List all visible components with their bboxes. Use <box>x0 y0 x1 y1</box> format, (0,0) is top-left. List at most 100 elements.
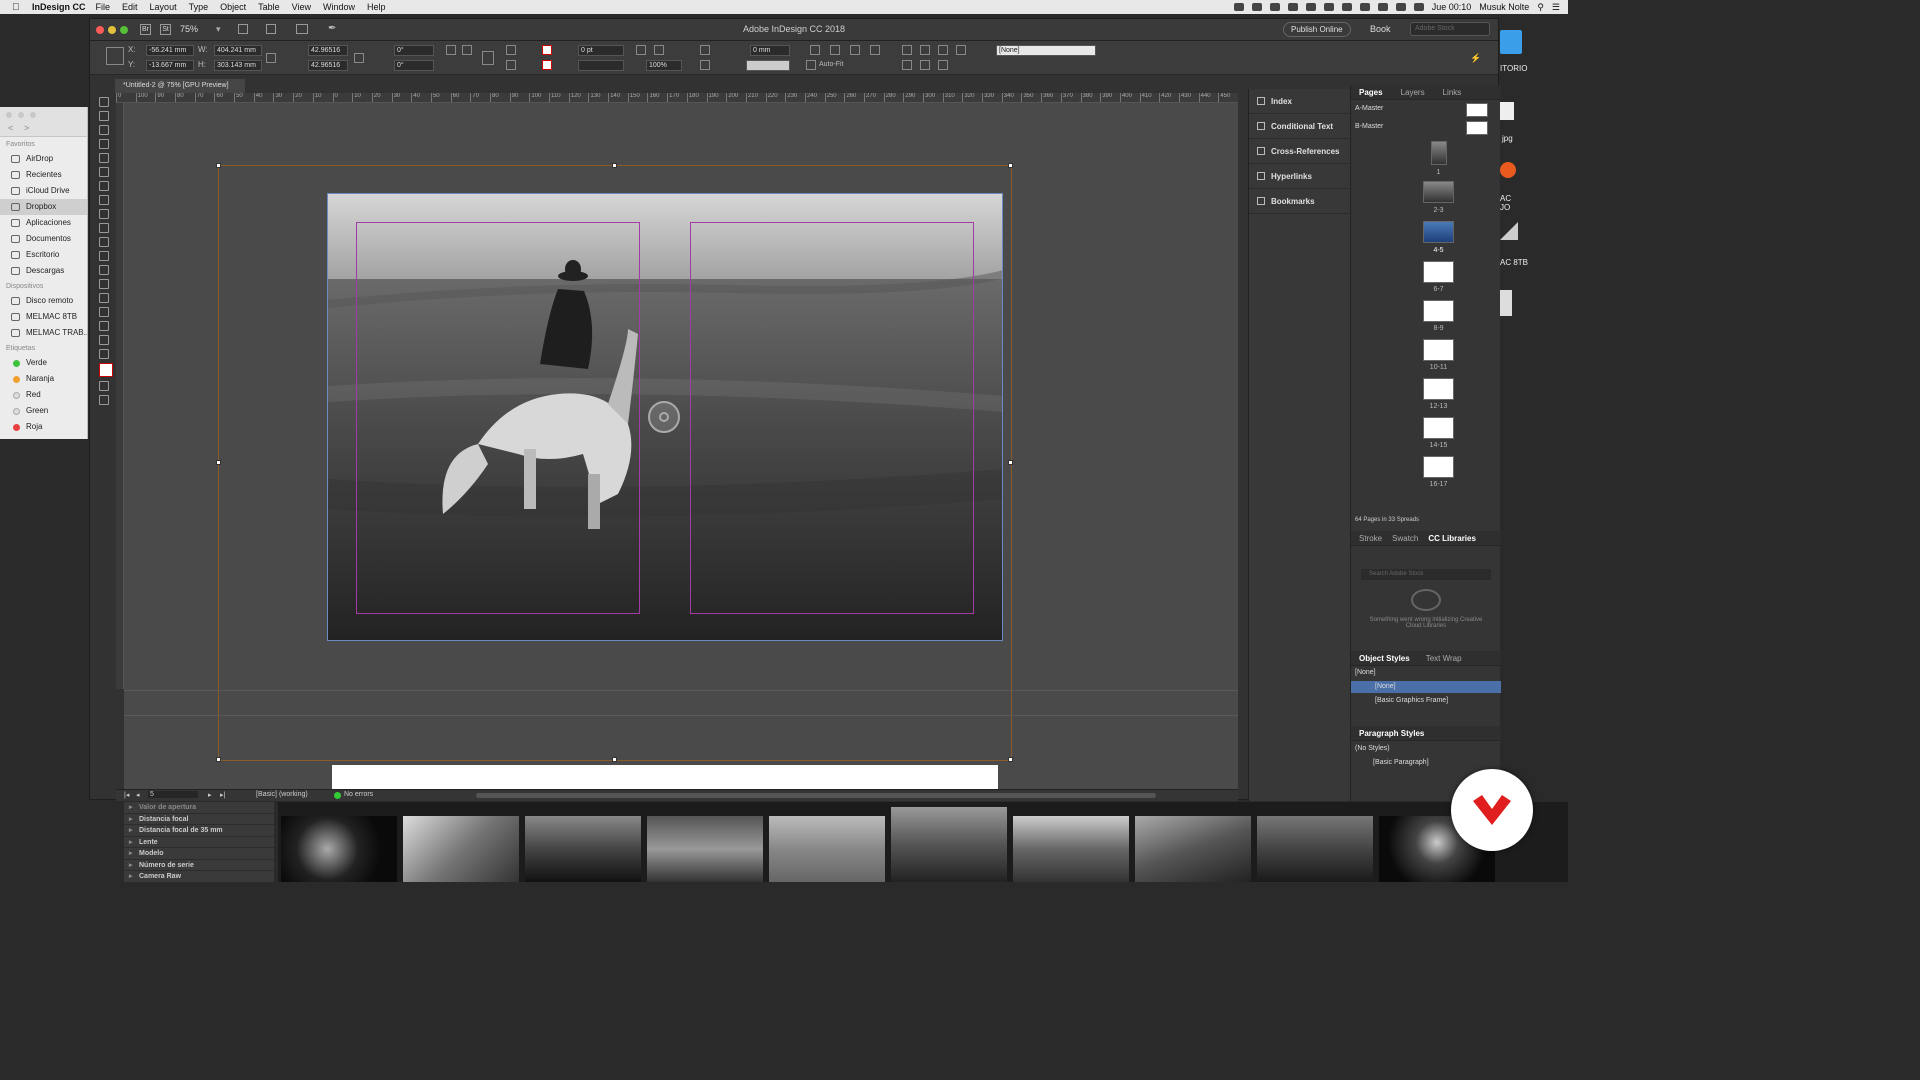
desktop-label[interactable]: JO <box>1500 203 1510 212</box>
stroke-swatch[interactable] <box>542 60 552 70</box>
object-style-none[interactable]: [None] <box>1375 683 1396 690</box>
gap-tool-icon[interactable] <box>99 139 109 149</box>
resize-handle[interactable] <box>216 757 221 762</box>
align-center-icon[interactable] <box>920 45 930 55</box>
resize-handle[interactable] <box>612 757 617 762</box>
file-icon[interactable] <box>1500 102 1514 120</box>
flag-icon[interactable] <box>1413 3 1424 11</box>
zoom-tool-icon[interactable] <box>99 349 109 359</box>
menu-table[interactable]: Table <box>258 2 280 12</box>
status-icon[interactable] <box>1251 3 1262 11</box>
align-top-icon[interactable] <box>902 60 912 70</box>
tag-red[interactable]: Red <box>0 387 87 403</box>
stroke-type-field[interactable] <box>578 60 624 71</box>
drop-shadow-icon[interactable] <box>636 45 646 55</box>
fill-swatch[interactable] <box>542 45 552 55</box>
pencil-tool-icon[interactable] <box>99 209 109 219</box>
app-icon[interactable] <box>1500 162 1516 178</box>
reference-point-icon[interactable] <box>106 47 124 65</box>
fit-content-icon[interactable] <box>830 45 840 55</box>
lightning-icon[interactable]: ⚡ <box>1470 53 1481 63</box>
resize-handle[interactable] <box>216 460 221 465</box>
effects-icon[interactable] <box>654 45 664 55</box>
object-style-row-selected[interactable] <box>1351 681 1501 693</box>
bluetooth-icon[interactable] <box>1323 3 1334 11</box>
next-page-icon[interactable]: ▸ <box>208 791 212 799</box>
autofit-checkbox[interactable] <box>806 60 816 70</box>
eyedropper-tool-icon[interactable] <box>99 321 109 331</box>
stroke-weight-field[interactable]: 0 pt <box>578 45 624 56</box>
height-field[interactable]: 303.143 mm <box>214 60 262 71</box>
zoom-window-button[interactable] <box>30 112 36 118</box>
paragraph-style-basic[interactable]: [Basic Paragraph] <box>1373 759 1429 766</box>
tab-cc-libraries[interactable]: CC Libraries <box>1428 534 1476 543</box>
sidebar-item-dropbox[interactable]: Dropbox <box>0 199 87 215</box>
sidebar-item-icloud-drive[interactable]: iCloud Drive <box>0 183 87 199</box>
menu-window[interactable]: Window <box>323 2 355 12</box>
tab-object-styles[interactable]: Object Styles <box>1359 654 1410 663</box>
content-collector-icon[interactable] <box>99 153 109 163</box>
sidebar-item-disco-remoto[interactable]: Disco remoto <box>0 293 87 309</box>
spread-thumb[interactable] <box>1423 261 1454 283</box>
page-thumb[interactable] <box>1431 141 1447 165</box>
airplay-icon[interactable] <box>1359 3 1370 11</box>
stroke-style-field[interactable] <box>746 60 790 71</box>
dropbox-icon[interactable] <box>1269 3 1280 11</box>
desktop-label[interactable]: jpg <box>1502 134 1513 143</box>
hyperlinks-panel-tab[interactable]: Hyperlinks <box>1249 164 1350 189</box>
spread-thumb[interactable] <box>1423 181 1454 203</box>
spread-thumb[interactable] <box>1423 300 1454 322</box>
filmstrip-thumb[interactable] <box>769 816 885 882</box>
notification-center-icon[interactable]: ☰ <box>1552 2 1560 13</box>
spread-thumb[interactable] <box>1423 378 1454 400</box>
menu-layout[interactable]: Layout <box>150 2 177 12</box>
stock-search-field[interactable]: Search Adobe Stock <box>1361 569 1491 580</box>
sidebar-item-escritorio[interactable]: Escritorio <box>0 247 87 263</box>
align-right-icon[interactable] <box>938 45 948 55</box>
adobe-stock-search[interactable]: Adobe Stock <box>1410 22 1490 36</box>
desktop-label[interactable]: AC 8TB <box>1500 258 1528 267</box>
document-tab[interactable]: *Untitled-2 @ 75% [GPU Preview] <box>115 79 245 93</box>
close-window-button[interactable] <box>6 112 12 118</box>
menu-help[interactable]: Help <box>367 2 386 12</box>
center-content-icon[interactable] <box>850 45 860 55</box>
metadata-field[interactable]: Camera Raw <box>124 871 274 883</box>
user-name[interactable]: Musuk Nolte <box>1479 2 1529 12</box>
distribute-icon[interactable] <box>956 45 966 55</box>
type-on-path-icon[interactable] <box>482 51 494 65</box>
next-spread-page[interactable] <box>332 765 998 789</box>
apple-menu-icon[interactable]:  <box>12 2 26 13</box>
gradient-tool-icon[interactable] <box>99 279 109 289</box>
filmstrip-thumb[interactable] <box>1135 816 1251 882</box>
align-left-icon[interactable] <box>902 45 912 55</box>
workspace-switcher[interactable]: Book <box>1370 24 1391 34</box>
tab-text-wrap[interactable]: Text Wrap <box>1426 654 1462 663</box>
fit-frame-icon[interactable] <box>810 45 820 55</box>
apply-color-icon[interactable] <box>99 381 109 391</box>
status-icon[interactable] <box>1287 3 1298 11</box>
flip-vertical-icon[interactable] <box>506 60 516 70</box>
sidebar-item-airdrop[interactable]: AirDrop <box>0 151 87 167</box>
filmstrip-thumb[interactable] <box>281 816 397 882</box>
constrain-proportions-icon[interactable] <box>266 53 276 63</box>
rotation-angle-field[interactable]: 0° <box>394 45 434 56</box>
horizontal-scrollbar[interactable] <box>476 793 1156 798</box>
filmstrip-thumb[interactable] <box>1257 816 1373 882</box>
gradient-feather-tool-icon[interactable] <box>99 293 109 303</box>
status-icon[interactable] <box>1233 3 1244 11</box>
note-tool-icon[interactable] <box>99 307 109 317</box>
sidebar-item-recientes[interactable]: Recientes <box>0 167 87 183</box>
sidebar-item-aplicaciones[interactable]: Aplicaciones <box>0 215 87 231</box>
object-style-dropdown[interactable]: [None] <box>996 45 1096 56</box>
cross-references-panel-tab[interactable]: Cross-References <box>1249 139 1350 164</box>
conditional-text-panel-tab[interactable]: Conditional Text <box>1249 114 1350 139</box>
tab-paragraph-styles[interactable]: Paragraph Styles <box>1359 729 1424 738</box>
fill-frame-icon[interactable] <box>870 45 880 55</box>
screen-mode-icon[interactable] <box>99 395 109 405</box>
filmstrip-thumb[interactable] <box>647 816 763 882</box>
pasteboard[interactable] <box>124 103 1238 789</box>
spotlight-icon[interactable]: ⚲ <box>1537 2 1544 13</box>
offset-field[interactable]: 0 mm <box>750 45 790 56</box>
spread-thumb[interactable] <box>1423 456 1454 478</box>
hand-tool-icon[interactable] <box>99 335 109 345</box>
